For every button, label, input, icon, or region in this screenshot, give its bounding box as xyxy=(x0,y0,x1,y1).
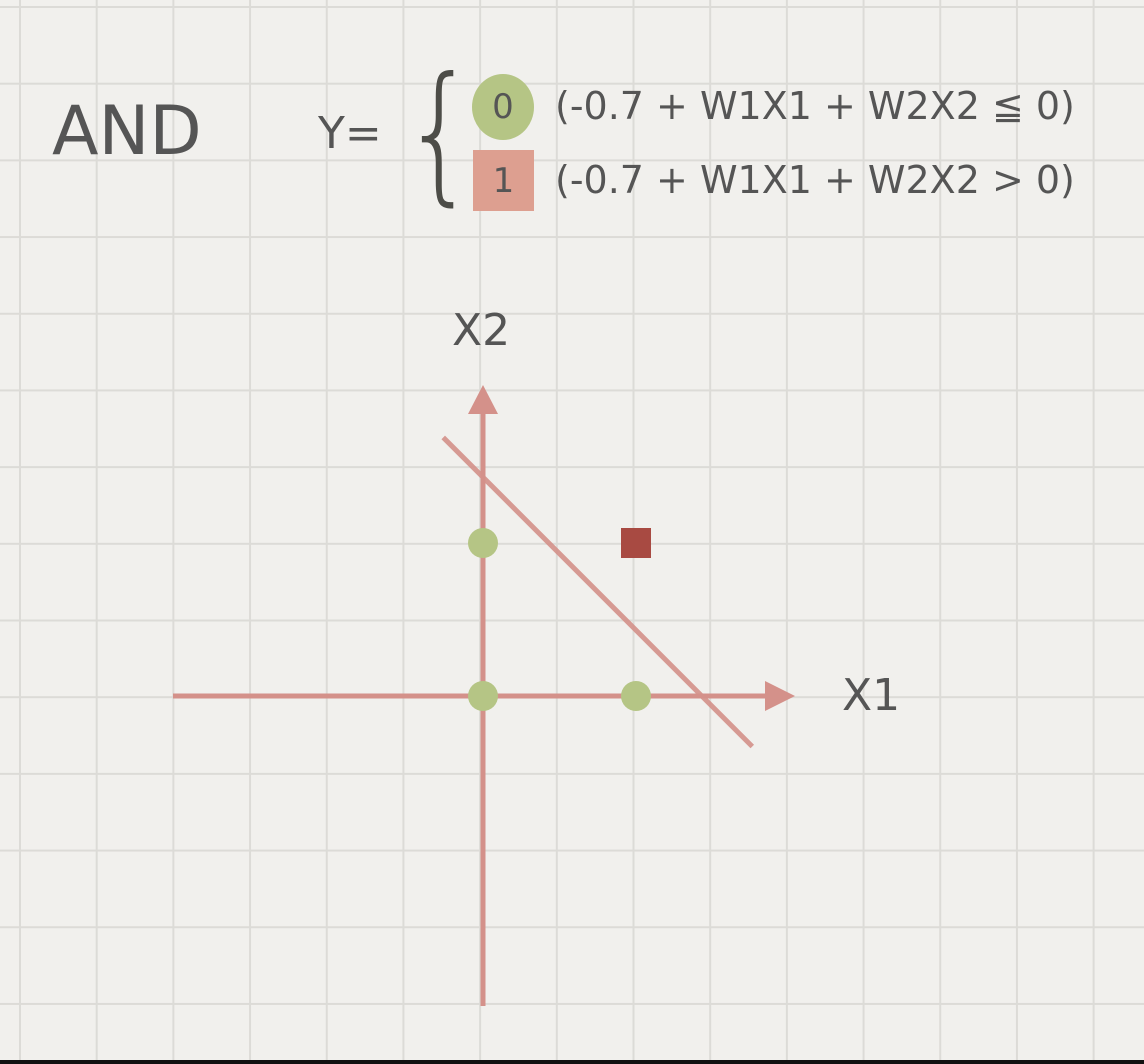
data-point-0-1 xyxy=(468,528,498,558)
data-point-0-0 xyxy=(468,681,498,711)
x2-axis-arrow xyxy=(468,385,498,414)
data-point-1-0 xyxy=(621,681,651,711)
data-point-1-1 xyxy=(621,528,651,558)
plot xyxy=(173,385,795,1006)
x1-axis-arrow xyxy=(765,681,795,711)
bottom-border xyxy=(0,1060,1144,1064)
